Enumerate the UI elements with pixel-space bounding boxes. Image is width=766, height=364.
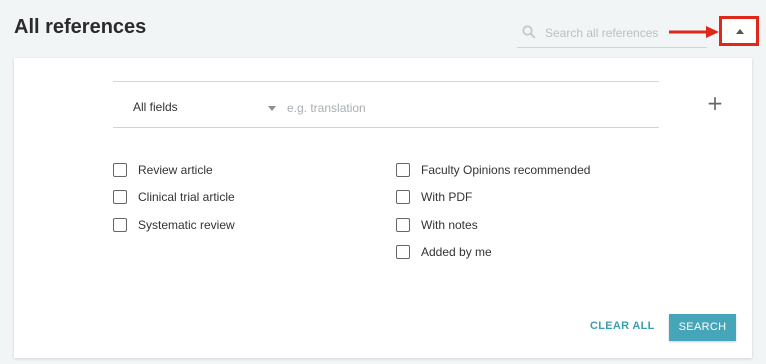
search-button[interactable]: SEARCH (669, 314, 736, 341)
search-term-input[interactable] (287, 98, 647, 118)
checkbox[interactable] (113, 190, 127, 204)
checkbox[interactable] (396, 218, 410, 232)
filter-label: Systematic review (138, 218, 235, 232)
caret-up-icon (736, 29, 744, 34)
checkbox[interactable] (113, 218, 127, 232)
checkbox[interactable] (396, 190, 410, 204)
checkbox[interactable] (113, 163, 127, 177)
filter-label: Clinical trial article (138, 190, 235, 204)
divider (113, 81, 659, 82)
search-field-row: All fields (113, 88, 659, 128)
field-select-value: All fields (133, 100, 178, 114)
add-field-button[interactable]: + (706, 93, 724, 113)
filter-with-notes[interactable]: With notes (396, 217, 478, 233)
filter-label: Faculty Opinions recommended (421, 163, 591, 177)
checkbox[interactable] (396, 163, 410, 177)
filter-label: With PDF (421, 190, 473, 204)
filter-with-pdf[interactable]: With PDF (396, 189, 472, 205)
filter-label: With notes (421, 218, 478, 232)
search-icon (522, 25, 536, 39)
dropdown-arrow-icon (268, 106, 276, 111)
filter-label: Added by me (421, 245, 492, 259)
filter-faculty-opinions-recommended[interactable]: Faculty Opinions recommended (396, 162, 590, 178)
annotation-arrow-icon (669, 26, 719, 38)
filter-systematic-review[interactable]: Systematic review (113, 217, 235, 233)
advanced-search-panel: All fields + Review article Clinical tri… (14, 58, 752, 358)
page-title: All references (14, 16, 147, 38)
field-select[interactable]: All fields (133, 100, 278, 118)
filter-label: Review article (138, 163, 213, 177)
clear-all-button[interactable]: CLEAR ALL (590, 320, 655, 336)
filter-added-by-me[interactable]: Added by me (396, 244, 492, 260)
collapse-toggle-button[interactable] (719, 16, 759, 46)
filter-clinical-trial-article[interactable]: Clinical trial article (113, 189, 235, 205)
filter-review-article[interactable]: Review article (113, 162, 213, 178)
checkbox[interactable] (396, 245, 410, 259)
